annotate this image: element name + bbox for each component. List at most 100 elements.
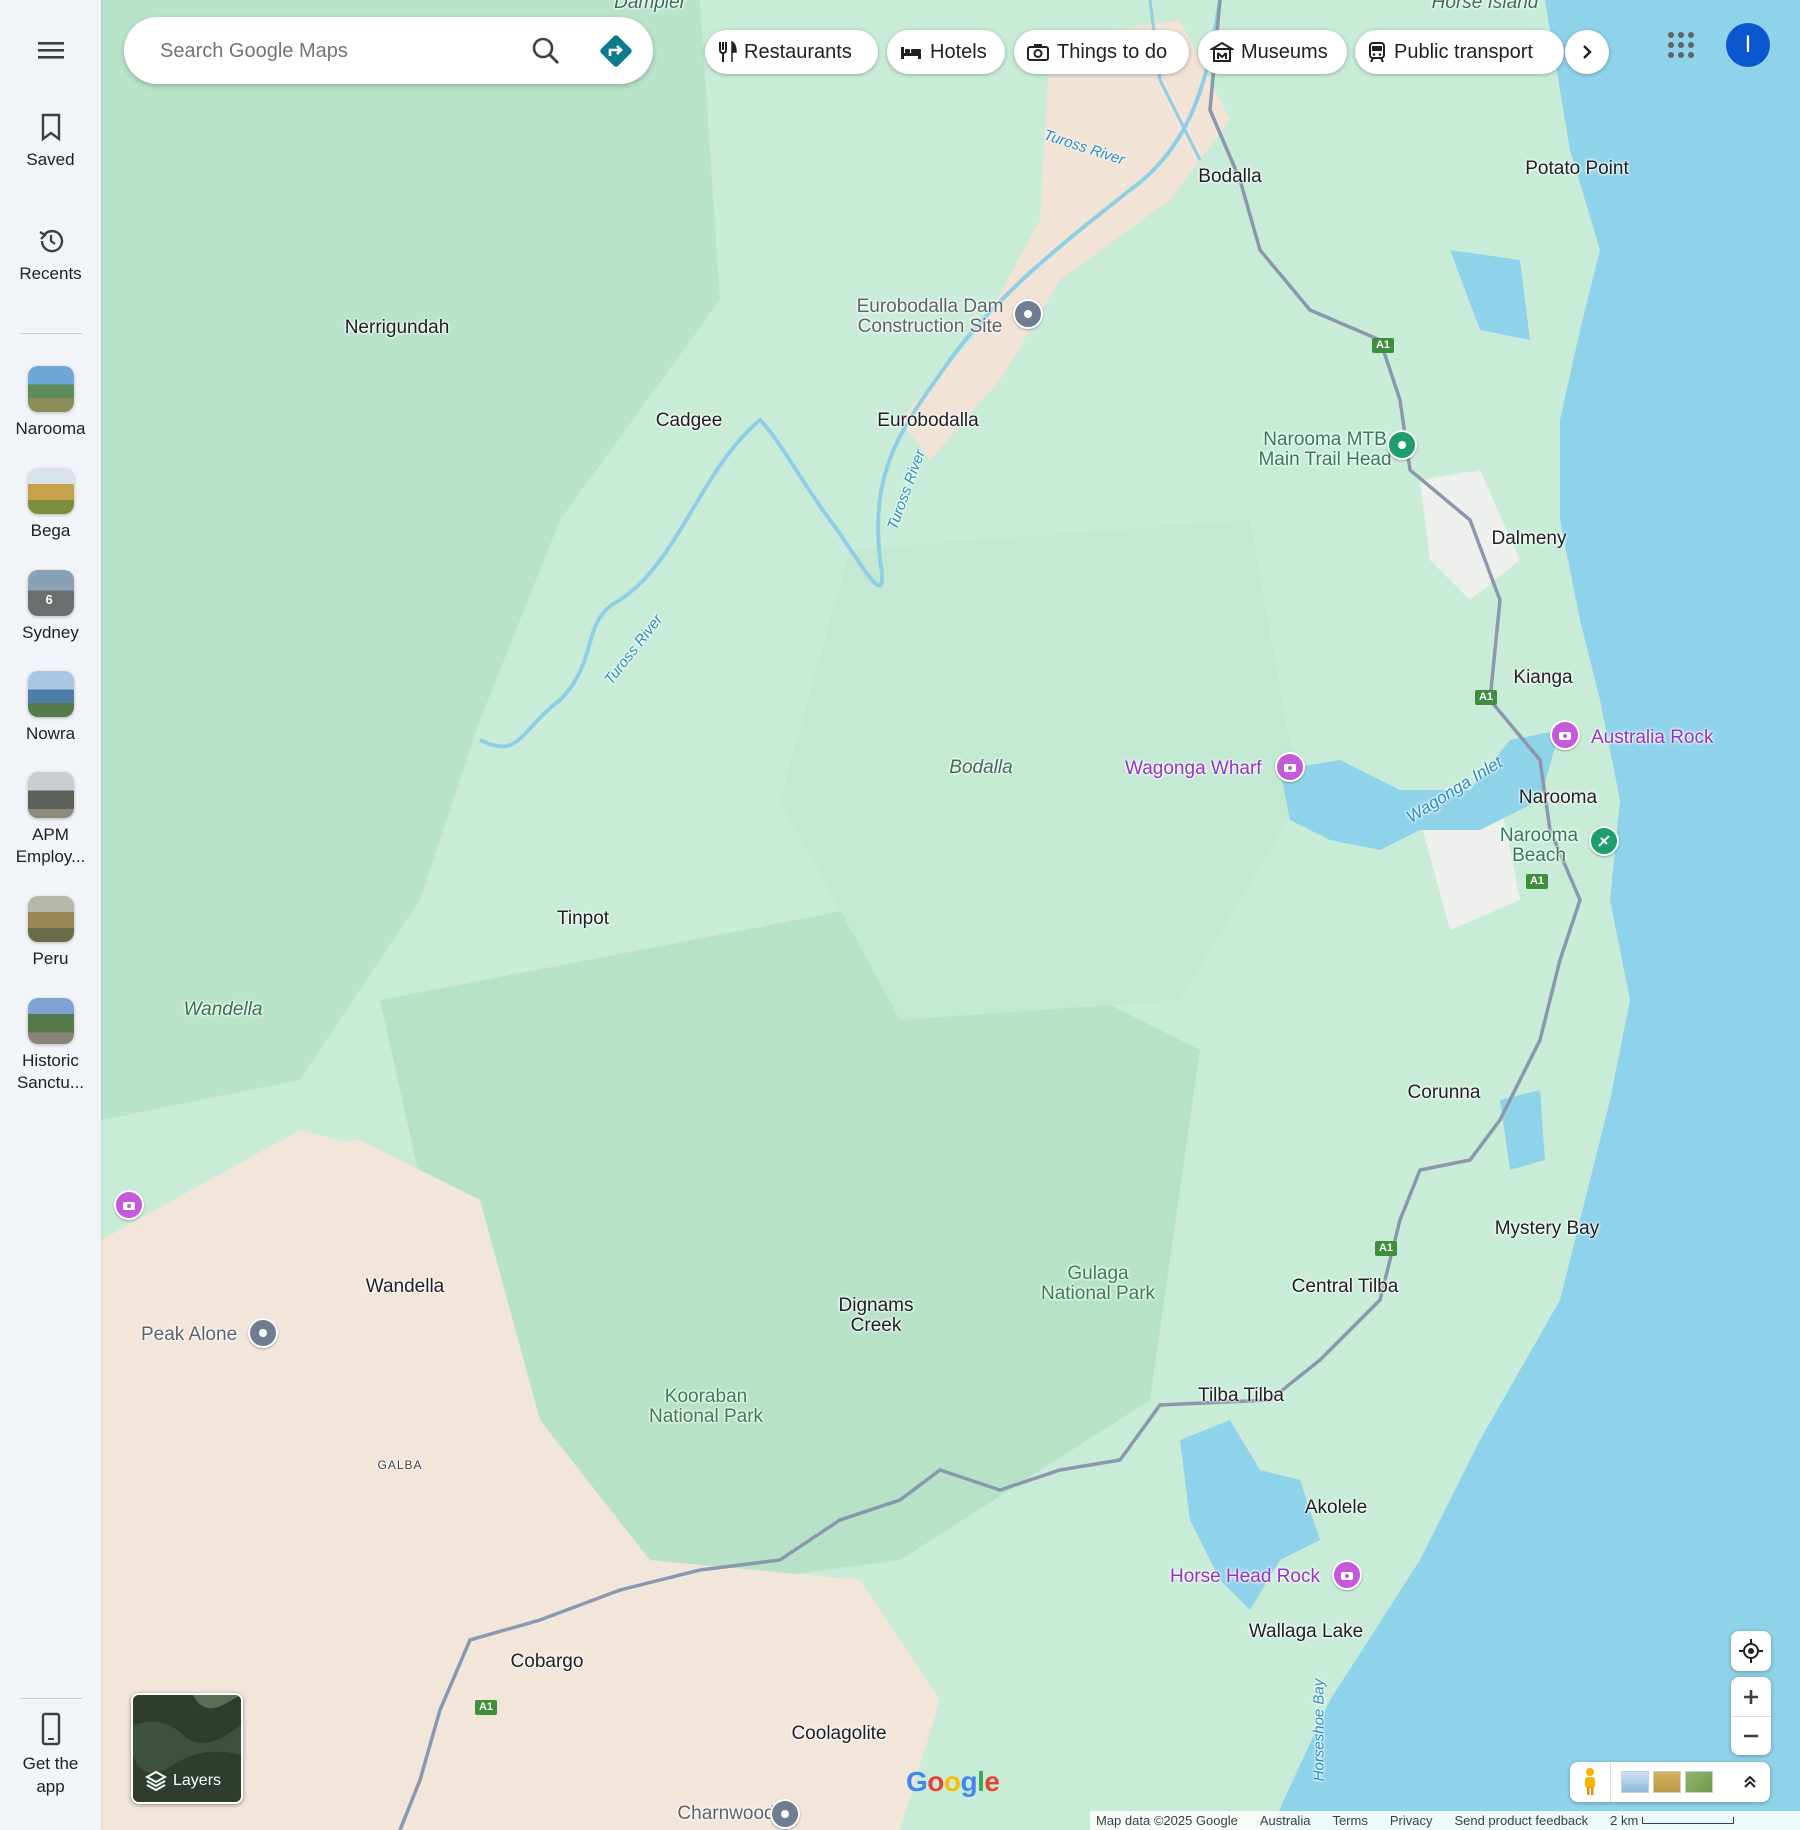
menu-icon (37, 42, 64, 59)
camera-pin-icon[interactable] (1275, 752, 1305, 782)
place-label-wandella[interactable]: Wandella (366, 1277, 445, 1297)
fork-knife-icon (719, 40, 737, 62)
poi-label-narooma-beach[interactable]: Narooma Beach (1494, 826, 1584, 866)
chip-restaurants[interactable]: Restaurants (705, 30, 878, 74)
map-type-thumb-satellite[interactable] (1653, 1771, 1681, 1793)
map-type-thumb-traffic[interactable] (1685, 1771, 1713, 1793)
recent-item-nowra[interactable]: Nowra (0, 671, 101, 745)
phone-icon (41, 1712, 60, 1746)
recent-item-sydney[interactable]: 6 Sydney (0, 570, 101, 644)
park-label-kooraban[interactable]: Kooraban National Park (641, 1387, 771, 1427)
poi-label-wagonga-wharf[interactable]: Wagonga Wharf (1125, 759, 1262, 779)
place-label-narooma[interactable]: Narooma (1519, 788, 1597, 808)
google-logo: Google (906, 1766, 1000, 1797)
saved-button[interactable]: Saved (0, 112, 101, 170)
place-label-nerrigundah[interactable]: Nerrigundah (345, 318, 450, 338)
place-label-kianga[interactable]: Kianga (1513, 668, 1572, 688)
chip-things-to-do[interactable]: Things to do (1014, 30, 1189, 74)
poi-label-dam-site[interactable]: Eurobodalla Dam Construction Site (845, 297, 1015, 337)
chip-hotels[interactable]: Hotels (887, 30, 1005, 74)
country-link[interactable]: Australia (1260, 1813, 1311, 1828)
scale-label[interactable]: 2 km (1610, 1813, 1638, 1828)
feedback-link[interactable]: Send product feedback (1454, 1813, 1588, 1828)
zoom-in-button[interactable] (1731, 1678, 1771, 1717)
place-label-corunna[interactable]: Corunna (1408, 1083, 1481, 1103)
chip-label: Restaurants (744, 40, 852, 63)
recent-item-bega[interactable]: Bega (0, 468, 101, 542)
recent-item-peru[interactable]: Peru (0, 896, 101, 970)
pegman-icon (1585, 1768, 1595, 1795)
terms-link[interactable]: Terms (1332, 1813, 1367, 1828)
recents-button[interactable]: Recents (0, 226, 101, 284)
place-label-charnwood[interactable]: Charnwood (677, 1804, 774, 1824)
place-label-akolele[interactable]: Akolele (1305, 1498, 1367, 1518)
recent-item-narooma[interactable]: Narooma (0, 366, 101, 440)
bed-icon (901, 47, 921, 59)
recent-label: Narooma (15, 419, 86, 438)
plus-icon (1744, 1689, 1758, 1704)
train-icon (1369, 42, 1385, 63)
beach-pin-icon[interactable] (1589, 826, 1619, 856)
privacy-link[interactable]: Privacy (1390, 1813, 1433, 1828)
poi-pin-icon[interactable] (1013, 299, 1043, 329)
chip-public-transport[interactable]: Public transport (1355, 30, 1564, 74)
a1-road-shield: A1 (1475, 690, 1497, 705)
search-button[interactable] (526, 31, 566, 71)
apps-grid-icon (1668, 32, 1694, 58)
place-label-central-tilba[interactable]: Central Tilba (1292, 1277, 1399, 1297)
chips-scroll-right-button[interactable] (1565, 30, 1609, 74)
get-app-button[interactable]: Get the app (0, 1712, 101, 1798)
map-data-attribution: Map data ©2025 Google (1096, 1813, 1238, 1828)
recent-item-apm[interactable]: APM Employ... (0, 772, 101, 868)
google-apps-button[interactable] (1664, 28, 1698, 62)
search-input[interactable] (158, 35, 522, 67)
account-avatar[interactable]: I (1726, 23, 1770, 67)
place-label-bodalla[interactable]: Bodalla (1198, 167, 1261, 187)
place-label-cobargo[interactable]: Cobargo (511, 1652, 584, 1672)
map-canvas[interactable] (0, 0, 1800, 1830)
place-label-dampier: Dampier (614, 0, 686, 13)
recent-label: Bega (30, 521, 71, 540)
place-label-galba[interactable]: GALBA (377, 1455, 422, 1475)
place-label-mystery-bay[interactable]: Mystery Bay (1495, 1219, 1600, 1239)
camera-pin-icon[interactable] (114, 1190, 144, 1220)
menu-button[interactable] (0, 38, 101, 70)
poi-label-peak-alone[interactable]: Peak Alone (141, 1325, 237, 1345)
camera-pin-icon[interactable] (1332, 1560, 1362, 1590)
place-label-dalmeny[interactable]: Dalmeny (1492, 529, 1567, 549)
trailhead-pin-icon[interactable] (1387, 430, 1417, 460)
place-label-horse-island: Horse Island (1431, 0, 1539, 13)
chip-museums[interactable]: Museums (1198, 30, 1347, 74)
place-label-potato-point[interactable]: Potato Point (1525, 159, 1629, 179)
street-view-button[interactable] (1570, 1762, 1611, 1802)
museum-icon (1210, 41, 1234, 62)
place-label-cadgee[interactable]: Cadgee (656, 411, 723, 431)
poi-label-horse-head-rock[interactable]: Horse Head Rock (1170, 1567, 1320, 1587)
park-label-gulaga[interactable]: Gulaga National Park (1033, 1264, 1163, 1304)
place-label-tilba-tilba[interactable]: Tilba Tilba (1198, 1386, 1284, 1406)
layers-button[interactable]: Layers (131, 1693, 243, 1804)
my-location-button[interactable] (1731, 1631, 1771, 1671)
zoom-out-button[interactable] (1731, 1717, 1771, 1755)
poi-label-australia-rock[interactable]: Australia Rock (1591, 728, 1714, 748)
camera-pin-icon[interactable] (1550, 720, 1580, 750)
poi-label-mtb-trail[interactable]: Narooma MTB Main Trail Head (1255, 430, 1395, 470)
place-label-dignams-creek[interactable]: Dignams Creek (821, 1296, 931, 1336)
search-box (124, 17, 653, 84)
get-app-label: Get the app (22, 1754, 79, 1796)
map-type-thumb-terrain[interactable] (1621, 1771, 1649, 1793)
my-location-icon (1739, 1639, 1763, 1663)
place-label-tinpot[interactable]: Tinpot (557, 909, 609, 929)
layers-label-group: Layers (145, 1770, 221, 1792)
recent-item-historic-sanctuary[interactable]: Historic Sanctu... (0, 998, 101, 1094)
recent-thumbnail (27, 998, 74, 1044)
directions-button[interactable] (596, 31, 636, 71)
place-label-eurobodalla[interactable]: Eurobodalla (877, 411, 978, 431)
expand-map-types-button[interactable] (1730, 1762, 1770, 1802)
place-label-coolagolite[interactable]: Coolagolite (791, 1724, 886, 1744)
poi-pin-icon[interactable] (770, 1799, 800, 1829)
poi-pin-icon[interactable] (248, 1318, 278, 1348)
place-label-wallaga-lake[interactable]: Wallaga Lake (1249, 1622, 1363, 1642)
rail-divider (20, 1698, 82, 1699)
chip-label: Public transport (1394, 40, 1533, 63)
